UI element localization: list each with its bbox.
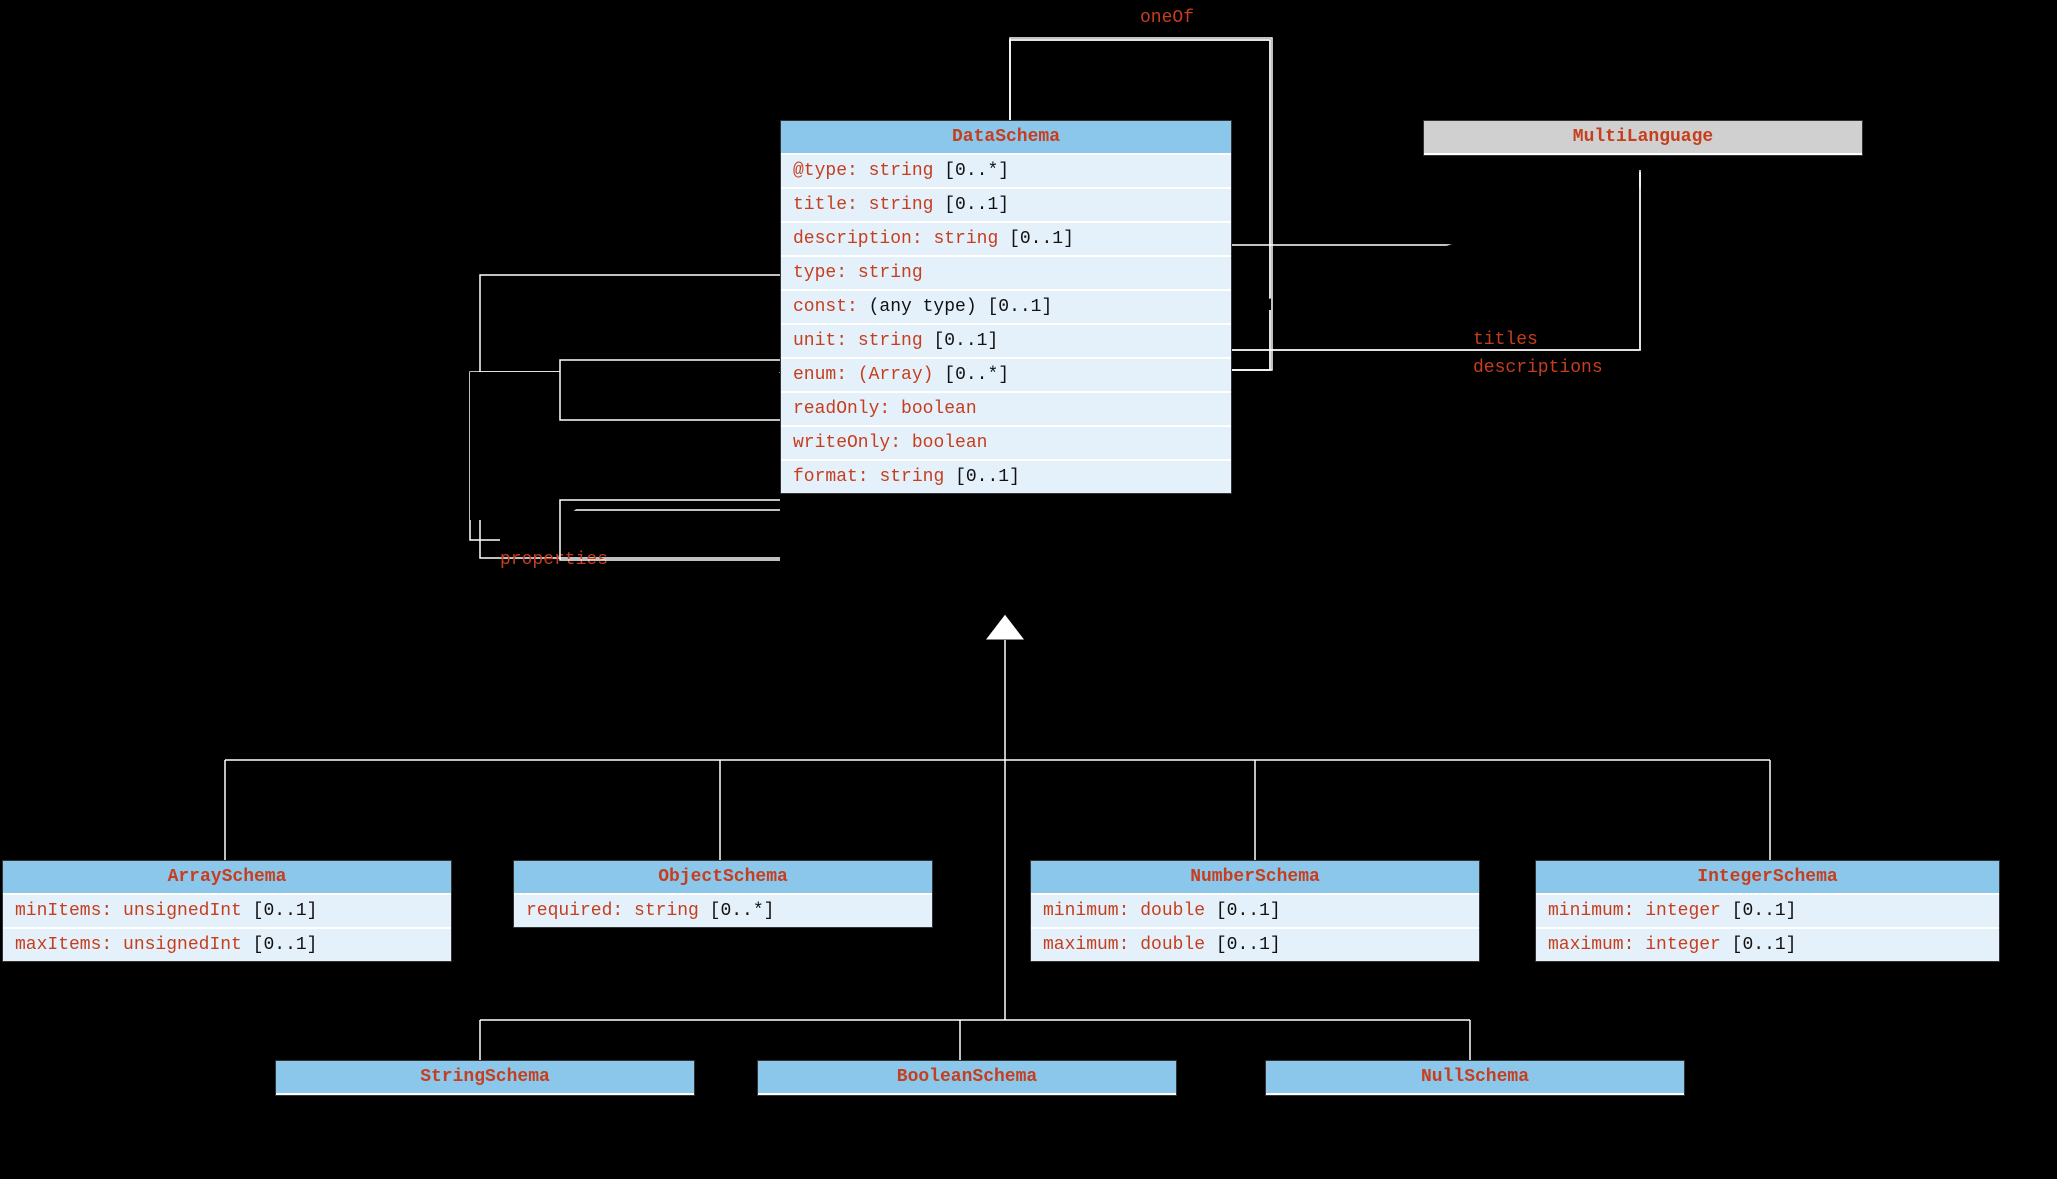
attr: maximum: double [0..1]	[1031, 929, 1479, 961]
attr: minItems: unsignedInt [0..1]	[3, 895, 451, 929]
attr: type: string	[781, 257, 1231, 291]
class-arrayschema: ArraySchema minItems: unsignedInt [0..1]…	[2, 860, 452, 962]
class-numberschema: NumberSchema minimum: double [0..1] maxi…	[1030, 860, 1480, 962]
class-objectschema: ObjectSchema required: string [0..*]	[513, 860, 933, 928]
class-title: MultiLanguage	[1424, 121, 1862, 155]
class-title: IntegerSchema	[1536, 861, 1999, 895]
attr: readOnly: boolean	[781, 393, 1231, 427]
attr: format: string [0..1]	[781, 461, 1231, 493]
attr: enum: (Array) [0..*]	[781, 359, 1231, 393]
label-descriptions: descriptions	[1473, 358, 1603, 378]
attr: writeOnly: boolean	[781, 427, 1231, 461]
class-nullschema: NullSchema	[1265, 1060, 1685, 1096]
class-title: NumberSchema	[1031, 861, 1479, 895]
label-properties: properties	[500, 550, 608, 570]
class-stringschema: StringSchema	[275, 1060, 695, 1096]
label-items: items	[500, 378, 554, 398]
attr: @type: string [0..*]	[781, 155, 1231, 189]
class-title: ObjectSchema	[514, 861, 932, 895]
attr: title: string [0..1]	[781, 189, 1231, 223]
class-title: NullSchema	[1266, 1061, 1684, 1095]
class-title: StringSchema	[276, 1061, 694, 1095]
class-multilanguage: MultiLanguage	[1423, 120, 1863, 156]
attr: unit: string [0..1]	[781, 325, 1231, 359]
attr: const: (any type) [0..1]	[781, 291, 1231, 325]
attr: description: string [0..1]	[781, 223, 1231, 257]
attr: minimum: double [0..1]	[1031, 895, 1479, 929]
class-title: BooleanSchema	[758, 1061, 1176, 1095]
attr: maxItems: unsignedInt [0..1]	[3, 929, 451, 961]
attr: required: string [0..*]	[514, 895, 932, 927]
attr: maximum: integer [0..1]	[1536, 929, 1999, 961]
class-title: DataSchema	[781, 121, 1231, 155]
class-integerschema: IntegerSchema minimum: integer [0..1] ma…	[1535, 860, 2000, 962]
class-dataschema: DataSchema @type: string [0..*] title: s…	[780, 120, 1232, 494]
class-title: ArraySchema	[3, 861, 451, 895]
label-titles: titles	[1473, 330, 1538, 350]
label-oneof: oneOf	[1140, 8, 1194, 28]
class-booleanschema: BooleanSchema	[757, 1060, 1177, 1096]
attr: minimum: integer [0..1]	[1536, 895, 1999, 929]
